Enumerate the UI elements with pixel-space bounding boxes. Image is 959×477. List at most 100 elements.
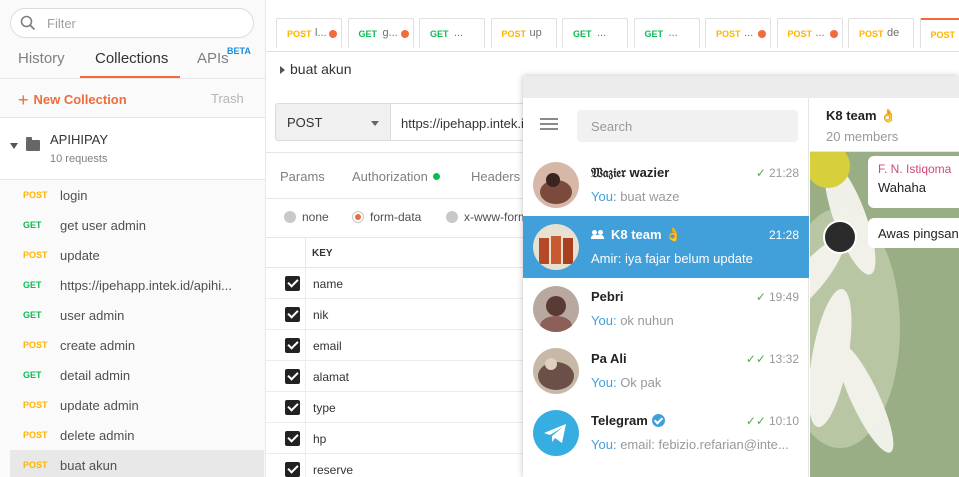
message-bubble[interactable]: F. N. Istiqoma Wahaha: [868, 156, 959, 208]
beta-badge: BETA: [227, 46, 251, 56]
chat-name-text: K8 team 👌: [611, 227, 682, 242]
request-name: create admin: [60, 338, 136, 353]
collection-apihipay[interactable]: APIHIPAY 10 requests: [0, 118, 265, 180]
checkbox-checked[interactable]: [285, 400, 300, 415]
request-item[interactable]: POST delete admin: [10, 420, 264, 450]
request-item[interactable]: POST login: [10, 180, 264, 210]
method-badge: GET: [573, 29, 592, 39]
chat-preview-sender: Amir:: [591, 251, 622, 266]
column-divider: [305, 361, 306, 392]
chevron-down-icon[interactable]: [10, 143, 18, 149]
request-item[interactable]: GET get user admin: [10, 210, 264, 240]
group-name: K8 team 👌: [826, 108, 897, 123]
verified-badge-icon: [651, 414, 665, 427]
chat-name: Telegram: [591, 413, 665, 428]
chat-time-text: 13:32: [768, 352, 799, 366]
method-select[interactable]: POST: [275, 103, 391, 141]
chat-item[interactable]: Pebri ✓ 19:49 You: ok nuhun: [523, 278, 809, 340]
body-type-form-data-radio[interactable]: form-data: [352, 210, 421, 224]
checkbox-checked[interactable]: [285, 369, 300, 384]
request-item[interactable]: GET user admin: [10, 300, 264, 330]
request-item[interactable]: GET detail admin: [10, 360, 264, 390]
chat-name: 𝔚𝔞𝔷𝔦𝔢𝔯 wazier: [591, 165, 669, 181]
filter-input[interactable]: Filter: [10, 8, 254, 38]
checkbox-checked[interactable]: [285, 276, 300, 291]
status-dot-icon: [432, 173, 440, 180]
chat-item[interactable]: K8 team 👌 21:28 Amir: iya fajar belum upda…: [523, 216, 809, 278]
checkbox-checked[interactable]: [285, 431, 300, 446]
group-members: 20 members: [826, 129, 899, 144]
request-item[interactable]: POST update admin: [10, 390, 264, 420]
unsaved-dot-icon: [329, 30, 337, 38]
avatar[interactable]: [823, 220, 857, 254]
request-tab-title: ...: [815, 27, 825, 39]
tab-authorization[interactable]: Authorization: [352, 169, 440, 184]
chat-preview: Amir: iya fajar belum update: [591, 251, 801, 266]
request-tab[interactable]: POST...: [776, 18, 843, 48]
tab-collections[interactable]: Collections: [95, 50, 168, 67]
method-badge: POST: [23, 430, 48, 440]
trash-button[interactable]: Trash: [211, 91, 244, 106]
request-tab[interactable]: POST up: [490, 18, 557, 48]
method-badge: POST: [930, 30, 956, 40]
request-tab[interactable]: GET...: [562, 18, 628, 48]
request-item[interactable]: POST buat akun: [10, 450, 264, 477]
avatar: [533, 162, 579, 208]
unsaved-dot-icon: [829, 30, 838, 38]
collection-name: APIHIPAY: [50, 132, 109, 147]
request-tab[interactable]: POST de: [848, 18, 914, 48]
kv-key[interactable]: email: [313, 339, 342, 353]
checkbox-checked[interactable]: [285, 338, 300, 353]
tab-history[interactable]: History: [18, 50, 65, 67]
collection-count: 10 requests: [50, 153, 108, 165]
body-type-none-radio[interactable]: none: [284, 210, 329, 224]
chat-search-input[interactable]: Search: [577, 110, 798, 142]
kv-key[interactable]: alamat: [313, 370, 349, 384]
chat-preview: You: ok nuhun: [591, 313, 801, 328]
tab-headers[interactable]: Headers: [471, 169, 520, 184]
request-title[interactable]: buat akun: [280, 61, 352, 77]
kv-key[interactable]: name: [313, 277, 343, 291]
message-bubble[interactable]: Awas pingsan: [868, 218, 959, 248]
folder-icon: [26, 137, 40, 151]
kv-key[interactable]: type: [313, 401, 336, 415]
request-item[interactable]: POST update: [10, 240, 264, 270]
search-placeholder: Search: [591, 119, 633, 134]
read-check-icon: ✓✓: [745, 352, 766, 366]
hamburger-menu-icon[interactable]: [540, 118, 558, 130]
column-divider: [305, 392, 306, 423]
checkbox-checked[interactable]: [285, 462, 300, 477]
request-item[interactable]: POST create admin: [10, 330, 264, 360]
request-tab[interactable]: POST: [919, 18, 959, 48]
chat-item[interactable]: 𝔚𝔞𝔷𝔦𝔢𝔯 wazier ✓ 21:28 You: buat waze: [523, 154, 809, 216]
request-tab[interactable]: POST l...: [276, 18, 342, 48]
conversation-header[interactable]: K8 team 👌 20 members: [810, 98, 959, 152]
key-column-header: KEY: [312, 248, 333, 259]
method-badge: GET: [644, 29, 664, 39]
request-name: login: [60, 188, 88, 203]
request-tab[interactable]: GET...: [419, 18, 485, 48]
request-tab[interactable]: POST...: [705, 18, 771, 48]
tab-apis[interactable]: APIs BETA: [197, 46, 251, 67]
method-badge: POST: [716, 29, 741, 39]
request-tab[interactable]: GET...: [633, 18, 700, 48]
request-tab-title: up: [529, 27, 542, 39]
window-titlebar[interactable]: [523, 76, 959, 98]
checkbox-checked[interactable]: [285, 307, 300, 322]
new-collection-button[interactable]: + New Collection: [18, 90, 127, 111]
chat-item[interactable]: Telegram ✓✓ 10:10 You: email: febizio.refar…: [523, 402, 809, 464]
method-badge: GET: [23, 280, 42, 290]
request-item[interactable]: GET https://ipehapp.intek.id/apihi...: [10, 270, 264, 300]
tab-params[interactable]: Params: [280, 169, 325, 184]
chat-preview-text: ok nuhun: [620, 313, 674, 328]
method-badge: POST: [287, 29, 312, 39]
chat-time-text: 10:10: [768, 414, 799, 428]
method-badge: GET: [430, 29, 449, 39]
kv-key[interactable]: nik: [313, 308, 328, 322]
kv-key[interactable]: reserve: [313, 463, 353, 477]
chat-item[interactable]: Pa Ali ✓✓ 13:32 You: Ok pak: [523, 340, 809, 402]
kv-key[interactable]: hp: [313, 432, 326, 446]
chat-preview-sender: You:: [591, 375, 617, 390]
request-tab-title: ...: [744, 27, 754, 39]
request-tab[interactable]: GET g...: [347, 18, 414, 48]
